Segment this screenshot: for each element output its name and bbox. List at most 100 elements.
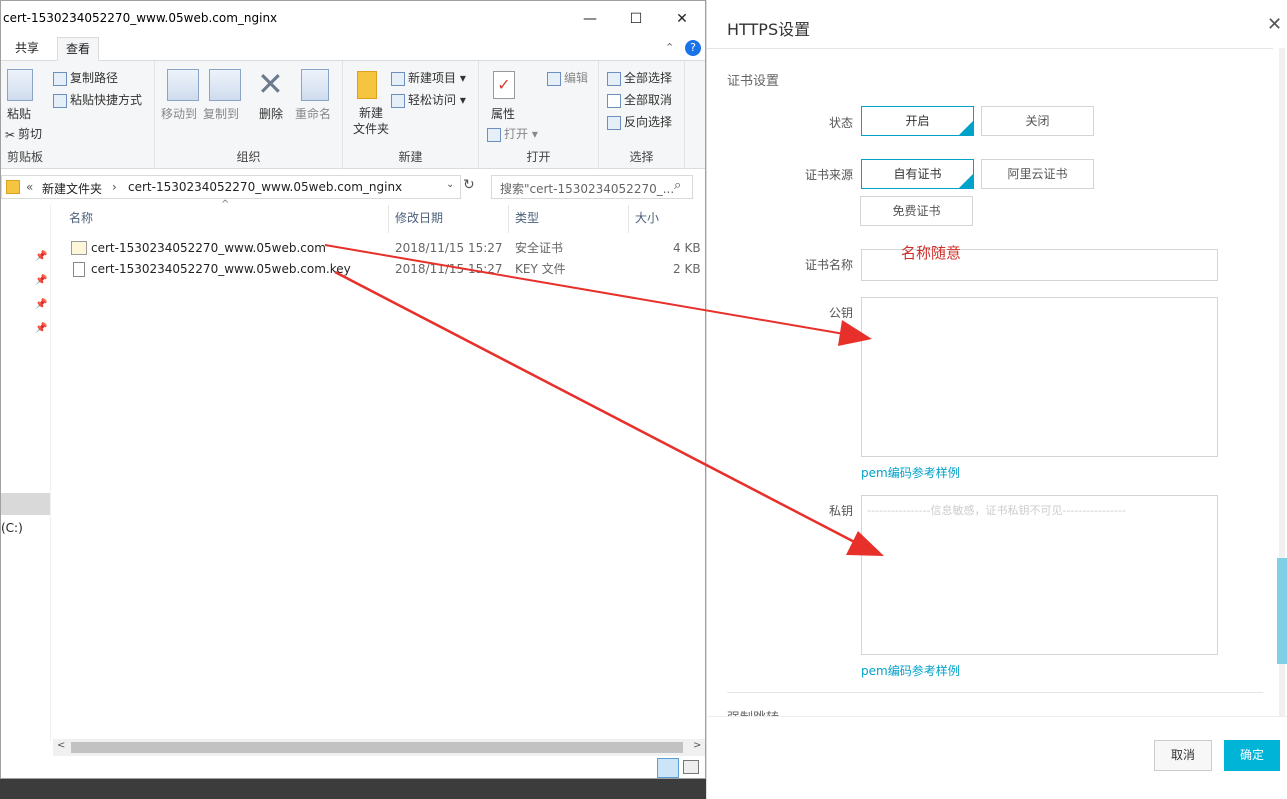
group-label: 组织 bbox=[236, 150, 261, 164]
details-view-icon[interactable] bbox=[657, 758, 679, 778]
organize-group: 移动到 复制到 ✕ 删除 重命名 组织 bbox=[155, 61, 343, 169]
easy-access-button[interactable]: 轻松访问 ▾ bbox=[391, 91, 466, 108]
address-bar-row: « 新建文件夹 › cert-1530234052270_www.05web.c… bbox=[1, 173, 705, 201]
file-name: cert-1530234052270_www.05web.com.key bbox=[91, 262, 351, 276]
rename-icon bbox=[301, 69, 329, 101]
file-size: 4 KB bbox=[673, 241, 701, 255]
section-title: 证书设置 bbox=[727, 74, 780, 89]
title-bar: cert-1530234052270_www.05web.com_nginx —… bbox=[1, 1, 705, 37]
feedback-widget[interactable] bbox=[1277, 558, 1287, 664]
search-box[interactable]: 搜索"cert-1530234052270_... ⌕ bbox=[491, 175, 693, 199]
breadcrumb-item[interactable]: cert-1530234052270_www.05web.com_nginx bbox=[128, 180, 402, 194]
invert-selection-button[interactable]: 反向选择 bbox=[607, 113, 672, 130]
select-none-button[interactable]: 全部取消 bbox=[607, 91, 672, 108]
new-folder-button[interactable]: 新建 文件夹 bbox=[353, 105, 389, 137]
file-row[interactable]: cert-1530234052270_www.05web.com 2018/11… bbox=[61, 238, 705, 259]
column-type[interactable]: 类型 bbox=[509, 205, 629, 233]
breadcrumb-item[interactable]: 新建文件夹 bbox=[42, 180, 102, 197]
file-type: KEY 文件 bbox=[515, 262, 566, 276]
help-icon[interactable]: ? bbox=[685, 40, 701, 56]
delete-button[interactable]: 删除 bbox=[259, 105, 283, 122]
force-redirect-clip: 强制跳转 bbox=[727, 704, 927, 716]
copy-path-button[interactable]: 复制路径 bbox=[53, 69, 118, 86]
rename-button[interactable]: 重命名 bbox=[295, 105, 331, 122]
cancel-button[interactable]: 取消 bbox=[1154, 740, 1212, 771]
open-button[interactable]: 打开 ▾ bbox=[487, 125, 538, 142]
nav-item-drive-c[interactable]: (C:) bbox=[1, 521, 23, 535]
certificate-file-icon bbox=[71, 241, 87, 255]
private-key-textarea[interactable]: ----------------信息敏感，证书私钥不可见------------… bbox=[861, 495, 1218, 655]
dialog-title: HTTPS设置 bbox=[727, 20, 811, 39]
https-settings-dialog: HTTPS设置 ✕ 证书设置 状态 开启 ✓ 关闭 证书来源 自有证书 ✓ 阿里云证… bbox=[706, 0, 1287, 799]
breadcrumb-separator: › bbox=[112, 180, 117, 194]
scroll-left-icon[interactable]: < bbox=[57, 740, 65, 751]
invert-selection-icon bbox=[607, 115, 621, 130]
cut-button[interactable]: ✂ 剪切 bbox=[5, 125, 42, 142]
breadcrumb-overflow[interactable]: « bbox=[26, 180, 33, 194]
private-key-example-link[interactable]: pem编码参考样例 bbox=[861, 662, 960, 679]
folder-icon bbox=[6, 180, 20, 194]
check-icon: ✓ bbox=[964, 116, 972, 126]
horizontal-scrollbar[interactable]: < > bbox=[53, 739, 705, 756]
navigation-pane: 📌 📌 📌 📌 (C:) bbox=[1, 205, 51, 741]
divider bbox=[727, 692, 1263, 693]
refresh-icon[interactable]: ↻ bbox=[463, 177, 475, 193]
tab-view[interactable]: 查看 bbox=[57, 37, 100, 61]
pin-icon[interactable]: 📌 bbox=[35, 323, 47, 334]
explorer-window: cert-1530234052270_www.05web.com_nginx —… bbox=[0, 0, 706, 779]
column-size[interactable]: 大小 bbox=[629, 205, 705, 233]
minimize-button[interactable]: — bbox=[567, 1, 613, 37]
edit-button[interactable]: 编辑 bbox=[547, 69, 588, 86]
ok-button[interactable]: 确定 bbox=[1224, 740, 1280, 771]
status-off-button[interactable]: 关闭 bbox=[981, 106, 1094, 136]
scroll-thumb[interactable] bbox=[71, 742, 683, 753]
scissors-icon: ✂ bbox=[5, 127, 16, 142]
free-cert-button[interactable]: 免费证书 bbox=[860, 196, 973, 226]
status-on-button[interactable]: 开启 ✓ bbox=[861, 106, 974, 136]
paste-shortcut-button[interactable]: 粘贴快捷方式 bbox=[53, 91, 142, 108]
private-key-placeholder: ----------------信息敏感，证书私钥不可见------------… bbox=[867, 504, 1127, 517]
file-modified: 2018/11/15 15:27 bbox=[395, 241, 503, 255]
large-icons-view-icon[interactable] bbox=[683, 760, 699, 774]
pin-icon[interactable]: 📌 bbox=[35, 275, 47, 286]
close-button[interactable]: ✕ bbox=[659, 1, 705, 37]
address-bar[interactable]: « 新建文件夹 › cert-1530234052270_www.05web.c… bbox=[1, 175, 461, 199]
file-modified: 2018/11/15 15:27 bbox=[395, 262, 503, 276]
own-cert-button[interactable]: 自有证书 ✓ bbox=[861, 159, 974, 189]
new-group: 新建 文件夹 新建项目 ▾ 轻松访问 ▾ 新建 bbox=[343, 61, 479, 169]
footer-divider bbox=[707, 716, 1287, 717]
source-label: 证书来源 bbox=[804, 168, 853, 182]
close-icon[interactable]: ✕ bbox=[1267, 14, 1282, 35]
properties-icon: ✓ bbox=[493, 71, 515, 99]
aliyun-cert-button[interactable]: 阿里云证书 bbox=[981, 159, 1094, 189]
column-name[interactable]: 名称 bbox=[63, 205, 389, 233]
new-item-icon bbox=[391, 71, 405, 86]
cert-name-label: 证书名称 bbox=[804, 258, 853, 272]
nav-selected-item[interactable] bbox=[1, 493, 50, 515]
column-header: ^ 名称 修改日期 类型 大小 bbox=[51, 199, 705, 233]
easy-access-icon bbox=[391, 93, 405, 108]
pin-icon[interactable]: 📌 bbox=[35, 299, 47, 310]
search-icon: ⌕ bbox=[674, 178, 682, 193]
scroll-right-icon[interactable]: > bbox=[693, 740, 701, 751]
file-row[interactable]: cert-1530234052270_www.05web.com.key 201… bbox=[61, 259, 705, 280]
tab-share[interactable]: 共享 bbox=[7, 37, 47, 61]
pin-icon[interactable]: 📌 bbox=[35, 251, 47, 262]
paste-button[interactable]: 粘贴 bbox=[7, 105, 31, 122]
new-item-button[interactable]: 新建项目 ▾ bbox=[391, 69, 466, 86]
copy-to-button[interactable]: 复制到 bbox=[203, 105, 239, 122]
move-to-button[interactable]: 移动到 bbox=[161, 105, 197, 122]
public-key-example-link[interactable]: pem编码参考样例 bbox=[861, 464, 960, 481]
file-type: 安全证书 bbox=[515, 241, 564, 255]
public-key-textarea[interactable] bbox=[861, 297, 1218, 457]
ribbon-collapse-icon[interactable]: ⌃ bbox=[665, 41, 674, 54]
group-label: 剪贴板 bbox=[7, 150, 44, 164]
properties-button[interactable]: 属性 bbox=[491, 105, 515, 122]
column-modified[interactable]: 修改日期 bbox=[389, 205, 509, 233]
chevron-down-icon[interactable]: ⌄ bbox=[446, 179, 454, 190]
select-all-button[interactable]: 全部选择 bbox=[607, 69, 672, 86]
maximize-button[interactable]: ☐ bbox=[613, 1, 659, 37]
paste-shortcut-icon bbox=[53, 93, 67, 108]
delete-icon: ✕ bbox=[257, 65, 284, 103]
search-input[interactable]: 搜索"cert-1530234052270_... bbox=[500, 180, 674, 197]
